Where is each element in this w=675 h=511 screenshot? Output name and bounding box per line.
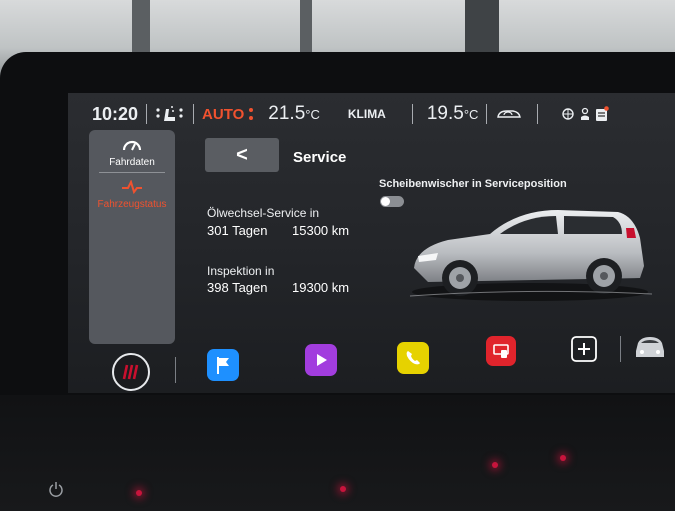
oil-service-label: Ölwechsel-Service in (207, 206, 320, 220)
divider (193, 104, 195, 124)
page-title: Service (293, 149, 347, 166)
ambient-light (340, 486, 346, 492)
notification-icon[interactable] (595, 106, 610, 122)
navigation-flag-icon (207, 349, 239, 381)
oil-service-days: 301 Tagen (207, 223, 268, 238)
sidebar: Fahrdaten Fahrzeugstatus (89, 130, 175, 344)
divider (537, 104, 539, 124)
user-profile-icon[interactable] (580, 107, 590, 121)
wiper-service-label: Scheibenwischer in Serviceposition (379, 178, 567, 190)
divider (411, 104, 413, 124)
add-icon (571, 336, 597, 362)
phone-button[interactable] (397, 342, 429, 374)
divider (146, 104, 148, 124)
media-play-icon (305, 344, 337, 376)
ambient-light (492, 462, 498, 468)
seat-heating-icon[interactable] (155, 105, 185, 123)
add-app-button[interactable] (570, 335, 598, 368)
inspection-km: 19300 km (292, 280, 350, 295)
sidebar-item-fahrdaten[interactable]: Fahrdaten (89, 138, 175, 168)
sidebar-item-fahrzeugstatus[interactable]: Fahrzeugstatus (89, 179, 175, 210)
car-illustration (409, 210, 653, 301)
inspection-days: 398 Tagen (207, 280, 268, 295)
gauge-icon (122, 140, 142, 151)
app-connect-icon (486, 336, 516, 366)
back-button[interactable]: < (205, 138, 279, 172)
inspection-label: Inspektion in (207, 264, 275, 278)
vehicle-icon (636, 337, 664, 357)
dock-divider (620, 336, 621, 362)
clock: 10:20 (92, 103, 139, 124)
brand-menu-icon (112, 353, 150, 391)
sidebar-divider (99, 172, 165, 173)
sidebar-item-label: Fahrdaten (109, 157, 155, 168)
phone-icon (397, 342, 429, 374)
pulse-icon (122, 179, 142, 195)
divider (486, 104, 488, 124)
chevron-left-icon: < (236, 143, 248, 166)
temperature-left[interactable]: 21.5°C (268, 103, 320, 125)
media-button[interactable] (305, 344, 337, 376)
navigation-button[interactable] (207, 349, 239, 381)
toggle-knob (381, 197, 390, 206)
ambient-light (136, 490, 142, 496)
dock-divider (175, 357, 176, 383)
app-connect-button[interactable] (486, 336, 516, 366)
climate-auto-mode[interactable]: AUTO (202, 106, 244, 123)
fan-level-icon (248, 105, 254, 123)
air-recirculation-icon[interactable] (495, 107, 523, 121)
ambient-light (560, 455, 566, 461)
power-icon[interactable] (48, 481, 64, 497)
wiper-service-toggle[interactable] (380, 196, 404, 207)
oil-service-km: 15300 km (292, 223, 350, 238)
temperature-right[interactable]: 19.5°C (427, 103, 479, 125)
network-icon (562, 108, 575, 120)
climate-button[interactable]: KLIMA (348, 107, 386, 121)
center-console (0, 395, 675, 511)
status-bar: 10:20 AUTO 21.5°C KLIMA 19.5°C (70, 96, 675, 132)
brand-menu-button[interactable] (111, 352, 151, 397)
vehicle-button[interactable] (633, 331, 667, 366)
sidebar-item-label: Fahrzeugstatus (97, 199, 167, 210)
